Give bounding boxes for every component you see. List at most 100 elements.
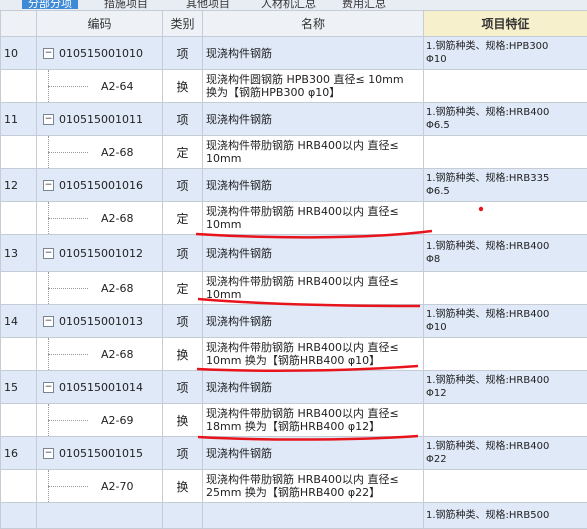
quota-sub-row[interactable]: A2-68定现浇构件带肋钢筋 HRB400以内 直径≤10mm (1, 202, 587, 235)
collapse-toggle-icon[interactable]: − (43, 316, 54, 327)
type-cell[interactable]: 定 (163, 272, 203, 305)
item-code-text: 010515001014 (59, 381, 143, 394)
quota-code[interactable]: A2-69 (37, 404, 163, 437)
collapse-toggle-icon[interactable]: − (43, 114, 54, 125)
collapse-toggle-icon[interactable]: − (43, 48, 54, 59)
quota-code[interactable]: A2-68 (37, 202, 163, 235)
quota-sub-row[interactable]: A2-68换现浇构件带肋钢筋 HRB400以内 直径≤10mm 换为【钢筋HRB… (1, 338, 587, 371)
name-cell[interactable]: 现浇构件带肋钢筋 HRB400以内 直径≤18mm 换为【钢筋HRB400 φ1… (203, 404, 424, 437)
name-cell[interactable]: 现浇构件带肋钢筋 HRB400以内 直径≤10mm (203, 202, 424, 235)
name-cell[interactable]: 现浇构件带肋钢筋 HRB400以内 直径≤10mm (203, 272, 424, 305)
header-type[interactable]: 类别 (163, 11, 203, 37)
collapse-toggle-icon[interactable]: − (43, 382, 54, 393)
tab-qita[interactable]: 其他项目 (186, 0, 230, 9)
name-cell[interactable]: 现浇构件钢筋 (203, 305, 424, 338)
type-cell[interactable]: 换 (163, 70, 203, 103)
item-code[interactable]: −010515001014 (37, 371, 163, 404)
type-cell[interactable]: 项 (163, 103, 203, 136)
name-cell[interactable]: 现浇构件钢筋 (203, 37, 424, 70)
type-cell[interactable]: 项 (163, 437, 203, 470)
name-line: 18mm 换为【钢筋HRB400 φ12】 (206, 420, 423, 433)
quota-code[interactable]: A2-68 (37, 136, 163, 169)
type-cell[interactable]: 定 (163, 136, 203, 169)
feature-cell[interactable] (424, 404, 587, 437)
type-cell[interactable]: 项 (163, 169, 203, 202)
type-cell[interactable]: 项 (163, 371, 203, 404)
row-index (1, 470, 37, 503)
feature-cell[interactable] (424, 272, 587, 305)
header-code[interactable]: 编码 (37, 11, 163, 37)
header-feature[interactable]: 项目特征 (424, 11, 587, 37)
grid-header: 编码 类别 名称 项目特征 (1, 11, 587, 37)
feature-cell[interactable]: 1.钢筋种类、规格:HRB400Φ12 (424, 371, 587, 404)
list-item-row[interactable]: 15−010515001014项现浇构件钢筋1.钢筋种类、规格:HRB400Φ1… (1, 371, 587, 404)
tab-cuoshi[interactable]: 措施项目 (104, 0, 148, 9)
feature-cell[interactable]: 1.钢筋种类、规格:HRB400Φ10 (424, 305, 587, 338)
feature-cell[interactable] (424, 338, 587, 371)
list-item-row[interactable]: 16−010515001015项现浇构件钢筋1.钢筋种类、规格:HRB400Φ2… (1, 437, 587, 470)
name-cell[interactable]: 现浇构件带肋钢筋 HRB400以内 直径≤10mm 换为【钢筋HRB400 φ1… (203, 338, 424, 371)
list-item-row[interactable]: 14−010515001013项现浇构件钢筋1.钢筋种类、规格:HRB400Φ1… (1, 305, 587, 338)
quota-code[interactable]: A2-68 (37, 338, 163, 371)
name-cell[interactable]: 现浇构件钢筋 (203, 169, 424, 202)
quota-sub-row[interactable]: A2-70换现浇构件带肋钢筋 HRB400以内 直径≤25mm 换为【钢筋HRB… (1, 470, 587, 503)
quota-code[interactable]: A2-64 (37, 70, 163, 103)
item-code[interactable]: −010515001010 (37, 37, 163, 70)
name-line: 现浇构件钢筋 (206, 381, 423, 394)
collapse-toggle-icon[interactable]: − (43, 248, 54, 259)
name-cell[interactable]: 现浇构件带肋钢筋 HRB400以内 直径≤10mm (203, 136, 424, 169)
feature-cell[interactable]: 1.钢筋种类、规格:HRB400Φ6.5 (424, 103, 587, 136)
feature-cell[interactable] (424, 202, 587, 235)
list-item-row[interactable]: 13−010515001012项现浇构件钢筋1.钢筋种类、规格:HRB400Φ8 (1, 235, 587, 272)
quota-sub-row[interactable]: A2-64 换现浇构件圆钢筋 HPB300 直径≤ 10mm换为【钢筋HPB300… (1, 70, 587, 103)
feature-cell[interactable]: 1.钢筋种类、规格:HRB400Φ22 (424, 437, 587, 470)
feature-cell[interactable]: 1.钢筋种类、规格:HRB335Φ6.5 (424, 169, 587, 202)
name-line: 现浇构件钢筋 (206, 47, 423, 60)
name-cell[interactable]: 现浇构件钢筋 (203, 437, 424, 470)
type-cell[interactable]: 项 (163, 37, 203, 70)
quota-code-text: A2-69 (101, 414, 134, 427)
name-cell[interactable]: 现浇构件带肋钢筋 HRB400以内 直径≤25mm 换为【钢筋HRB400 φ2… (203, 470, 424, 503)
type-cell[interactable]: 换 (163, 470, 203, 503)
item-code[interactable]: −010515001015 (37, 437, 163, 470)
tab-fenbu[interactable]: 分部分项 (22, 0, 78, 9)
type-cell[interactable]: 换 (163, 338, 203, 371)
name-line: 现浇构件钢筋 (206, 447, 423, 460)
feature-cell[interactable] (424, 70, 587, 103)
feature-cell[interactable] (424, 136, 587, 169)
type-cell[interactable]: 换 (163, 404, 203, 437)
type-cell[interactable]: 项 (163, 305, 203, 338)
type-cell[interactable]: 项 (163, 235, 203, 272)
quota-sub-row[interactable]: A2-69 换现浇构件带肋钢筋 HRB400以内 直径≤18mm 换为【钢筋HRB… (1, 404, 587, 437)
feature-cell[interactable]: 1.钢筋种类、规格:HRB400Φ8 (424, 235, 587, 272)
name-cell[interactable]: 现浇构件钢筋 (203, 103, 424, 136)
list-item-row[interactable]: 10−010515001010项现浇构件钢筋1.钢筋种类、规格:HPB300Φ1… (1, 37, 587, 70)
tab-feiyong[interactable]: 费用汇总 (342, 0, 386, 9)
collapse-toggle-icon[interactable]: − (43, 180, 54, 191)
feature-line: Φ6.5 (426, 119, 587, 132)
quota-code[interactable]: A2-68 (37, 272, 163, 305)
name-cell[interactable]: 现浇构件圆钢筋 HPB300 直径≤ 10mm换为【钢筋HPB300 φ10】 (203, 70, 424, 103)
feature-line: 1.钢筋种类、规格:HPB300 (426, 40, 587, 53)
item-code[interactable]: −010515001013 (37, 305, 163, 338)
collapse-toggle-icon[interactable]: − (43, 448, 54, 459)
name-cell[interactable]: 现浇构件钢筋 (203, 371, 424, 404)
row-index (1, 338, 37, 371)
type-cell[interactable]: 定 (163, 202, 203, 235)
feature-cell[interactable] (424, 470, 587, 503)
quota-code-text: A2-68 (101, 146, 134, 159)
quota-sub-row[interactable]: A2-68 定现浇构件带肋钢筋 HRB400以内 直径≤10mm (1, 136, 587, 169)
quota-sub-row[interactable]: A2-68定现浇构件带肋钢筋 HRB400以内 直径≤10mm (1, 272, 587, 305)
list-item-row[interactable]: 11−010515001011项现浇构件钢筋1.钢筋种类、规格:HRB400Φ6… (1, 103, 587, 136)
row-index: 11 (1, 103, 37, 136)
header-name[interactable]: 名称 (203, 11, 424, 37)
list-item-row[interactable]: 12−010515001016项现浇构件钢筋1.钢筋种类、规格:HRB335Φ6… (1, 169, 587, 202)
quota-code-text: A2-64 (101, 80, 134, 93)
quota-code[interactable]: A2-70 (37, 470, 163, 503)
tab-rencaiji[interactable]: 人材机汇总 (261, 0, 316, 9)
feature-cell[interactable]: 1.钢筋种类、规格:HPB300Φ10 (424, 37, 587, 70)
name-cell[interactable]: 现浇构件钢筋 (203, 235, 424, 272)
item-code[interactable]: −010515001012 (37, 235, 163, 272)
item-code[interactable]: −010515001011 (37, 103, 163, 136)
item-code[interactable]: −010515001016 (37, 169, 163, 202)
